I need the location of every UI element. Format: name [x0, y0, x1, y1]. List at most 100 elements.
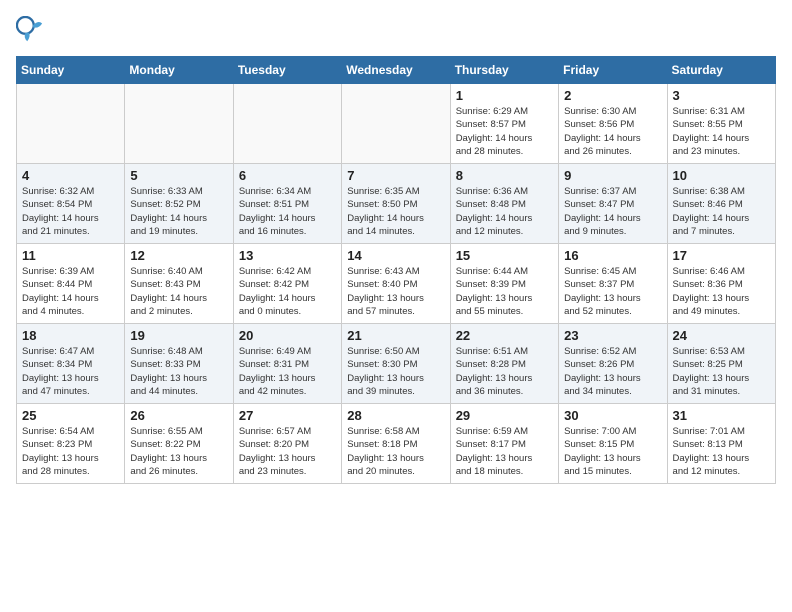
day-info: Sunrise: 6:30 AM Sunset: 8:56 PM Dayligh… — [564, 105, 661, 158]
day-number: 21 — [347, 328, 444, 343]
day-number: 5 — [130, 168, 227, 183]
day-info: Sunrise: 6:52 AM Sunset: 8:26 PM Dayligh… — [564, 345, 661, 398]
day-number: 7 — [347, 168, 444, 183]
calendar-cell: 29Sunrise: 6:59 AM Sunset: 8:17 PM Dayli… — [450, 404, 558, 484]
calendar-week-1: 1 Sunrise: 6:29 AM Sunset: 8:57 PM Daylig… — [17, 84, 776, 164]
calendar-cell: 28 Sunrise: 6:58 AM Sunset: 8:18 PM Dayli… — [342, 404, 450, 484]
calendar-cell: 8 Sunrise: 6:36 AM Sunset: 8:48 PM Daylig… — [450, 164, 558, 244]
day-number: 1 — [456, 88, 553, 103]
calendar-cell: 10 Sunrise: 6:38 AM Sunset: 8:46 PM Dayli… — [667, 164, 775, 244]
logo-icon — [16, 16, 44, 44]
day-number: 22 — [456, 328, 553, 343]
day-info: Sunrise: 7:01 AM Sunset: 8:13 PM Dayligh… — [673, 425, 770, 478]
calendar-week-3: 11 Sunrise: 6:39 AM Sunset: 8:44 PM Dayli… — [17, 244, 776, 324]
day-number: 24 — [673, 328, 770, 343]
day-number: 18 — [22, 328, 119, 343]
calendar-table: SundayMondayTuesdayWednesdayThursdayFrid… — [16, 56, 776, 484]
day-info: Sunrise: 6:29 AM Sunset: 8:57 PM Dayligh… — [456, 105, 553, 158]
calendar-cell: 2 Sunrise: 6:30 AM Sunset: 8:56 PM Daylig… — [559, 84, 667, 164]
day-number: 10 — [673, 168, 770, 183]
day-info: Sunrise: 6:46 AM Sunset: 8:36 PM Dayligh… — [673, 265, 770, 318]
day-info: Sunrise: 6:36 AM Sunset: 8:48 PM Dayligh… — [456, 185, 553, 238]
day-info: Sunrise: 6:45 AM Sunset: 8:37 PM Dayligh… — [564, 265, 661, 318]
day-number: 12 — [130, 248, 227, 263]
day-info: Sunrise: 6:38 AM Sunset: 8:46 PM Dayligh… — [673, 185, 770, 238]
day-info: Sunrise: 6:31 AM Sunset: 8:55 PM Dayligh… — [673, 105, 770, 158]
weekday-header-thursday: Thursday — [450, 57, 558, 84]
day-number: 31 — [673, 408, 770, 423]
calendar-header-row: SundayMondayTuesdayWednesdayThursdayFrid… — [17, 57, 776, 84]
calendar-cell: 15 Sunrise: 6:44 AM Sunset: 8:39 PM Dayli… — [450, 244, 558, 324]
day-info: Sunrise: 6:49 AM Sunset: 8:31 PM Dayligh… — [239, 345, 336, 398]
day-info: Sunrise: 6:48 AM Sunset: 8:33 PM Dayligh… — [130, 345, 227, 398]
calendar-cell: 31 Sunrise: 7:01 AM Sunset: 8:13 PM Dayli… — [667, 404, 775, 484]
calendar-cell: 9 Sunrise: 6:37 AM Sunset: 8:47 PM Daylig… — [559, 164, 667, 244]
day-info: Sunrise: 6:55 AM Sunset: 8:22 PM Dayligh… — [130, 425, 227, 478]
calendar-cell: 24 Sunrise: 6:53 AM Sunset: 8:25 PM Dayli… — [667, 324, 775, 404]
calendar-cell — [17, 84, 125, 164]
day-number: 4 — [22, 168, 119, 183]
day-number: 26 — [130, 408, 227, 423]
day-number: 29 — [456, 408, 553, 423]
day-number: 20 — [239, 328, 336, 343]
day-info: Sunrise: 6:42 AM Sunset: 8:42 PM Dayligh… — [239, 265, 336, 318]
day-number: 16 — [564, 248, 661, 263]
day-info: Sunrise: 6:47 AM Sunset: 8:34 PM Dayligh… — [22, 345, 119, 398]
day-info: Sunrise: 6:37 AM Sunset: 8:47 PM Dayligh… — [564, 185, 661, 238]
day-number: 23 — [564, 328, 661, 343]
day-number: 17 — [673, 248, 770, 263]
weekday-header-saturday: Saturday — [667, 57, 775, 84]
day-info: Sunrise: 6:35 AM Sunset: 8:50 PM Dayligh… — [347, 185, 444, 238]
calendar-cell: 14 Sunrise: 6:43 AM Sunset: 8:40 PM Dayli… — [342, 244, 450, 324]
calendar-cell: 21 Sunrise: 6:50 AM Sunset: 8:30 PM Dayli… — [342, 324, 450, 404]
day-number: 30 — [564, 408, 661, 423]
calendar-cell: 18 Sunrise: 6:47 AM Sunset: 8:34 PM Dayli… — [17, 324, 125, 404]
day-number: 28 — [347, 408, 444, 423]
day-number: 8 — [456, 168, 553, 183]
day-info: Sunrise: 6:54 AM Sunset: 8:23 PM Dayligh… — [22, 425, 119, 478]
calendar-week-4: 18 Sunrise: 6:47 AM Sunset: 8:34 PM Dayli… — [17, 324, 776, 404]
day-info: Sunrise: 6:43 AM Sunset: 8:40 PM Dayligh… — [347, 265, 444, 318]
day-number: 11 — [22, 248, 119, 263]
day-number: 15 — [456, 248, 553, 263]
page-header — [16, 16, 776, 44]
calendar-cell: 20 Sunrise: 6:49 AM Sunset: 8:31 PM Dayli… — [233, 324, 341, 404]
day-info: Sunrise: 6:34 AM Sunset: 8:51 PM Dayligh… — [239, 185, 336, 238]
day-number: 6 — [239, 168, 336, 183]
day-number: 14 — [347, 248, 444, 263]
calendar-cell: 26 Sunrise: 6:55 AM Sunset: 8:22 PM Dayli… — [125, 404, 233, 484]
day-number: 19 — [130, 328, 227, 343]
calendar-cell — [342, 84, 450, 164]
day-number: 2 — [564, 88, 661, 103]
day-number: 9 — [564, 168, 661, 183]
calendar-cell: 3 Sunrise: 6:31 AM Sunset: 8:55 PM Daylig… — [667, 84, 775, 164]
calendar-cell — [233, 84, 341, 164]
day-info: Sunrise: 6:39 AM Sunset: 8:44 PM Dayligh… — [22, 265, 119, 318]
calendar-cell: 7 Sunrise: 6:35 AM Sunset: 8:50 PM Daylig… — [342, 164, 450, 244]
day-number: 3 — [673, 88, 770, 103]
calendar-cell: 27Sunrise: 6:57 AM Sunset: 8:20 PM Dayli… — [233, 404, 341, 484]
day-info: Sunrise: 7:00 AM Sunset: 8:15 PM Dayligh… — [564, 425, 661, 478]
calendar-cell: 11 Sunrise: 6:39 AM Sunset: 8:44 PM Dayli… — [17, 244, 125, 324]
day-number: 25 — [22, 408, 119, 423]
weekday-header-monday: Monday — [125, 57, 233, 84]
calendar-cell: 25 Sunrise: 6:54 AM Sunset: 8:23 PM Dayli… — [17, 404, 125, 484]
weekday-header-sunday: Sunday — [17, 57, 125, 84]
calendar-cell: 6 Sunrise: 6:34 AM Sunset: 8:51 PM Daylig… — [233, 164, 341, 244]
calendar-cell: 1 Sunrise: 6:29 AM Sunset: 8:57 PM Daylig… — [450, 84, 558, 164]
logo — [16, 16, 48, 44]
day-number: 27 — [239, 408, 336, 423]
calendar-week-2: 4Sunrise: 6:32 AM Sunset: 8:54 PM Daylig… — [17, 164, 776, 244]
day-info: Sunrise: 6:53 AM Sunset: 8:25 PM Dayligh… — [673, 345, 770, 398]
day-info: Sunrise: 6:44 AM Sunset: 8:39 PM Dayligh… — [456, 265, 553, 318]
day-info: Sunrise: 6:33 AM Sunset: 8:52 PM Dayligh… — [130, 185, 227, 238]
calendar-cell — [125, 84, 233, 164]
day-number: 13 — [239, 248, 336, 263]
calendar-cell: 12Sunrise: 6:40 AM Sunset: 8:43 PM Dayli… — [125, 244, 233, 324]
day-info: Sunrise: 6:58 AM Sunset: 8:18 PM Dayligh… — [347, 425, 444, 478]
day-info: Sunrise: 6:50 AM Sunset: 8:30 PM Dayligh… — [347, 345, 444, 398]
calendar-cell: 4Sunrise: 6:32 AM Sunset: 8:54 PM Daylig… — [17, 164, 125, 244]
calendar-cell: 16 Sunrise: 6:45 AM Sunset: 8:37 PM Dayli… — [559, 244, 667, 324]
weekday-header-wednesday: Wednesday — [342, 57, 450, 84]
calendar-cell: 17 Sunrise: 6:46 AM Sunset: 8:36 PM Dayli… — [667, 244, 775, 324]
